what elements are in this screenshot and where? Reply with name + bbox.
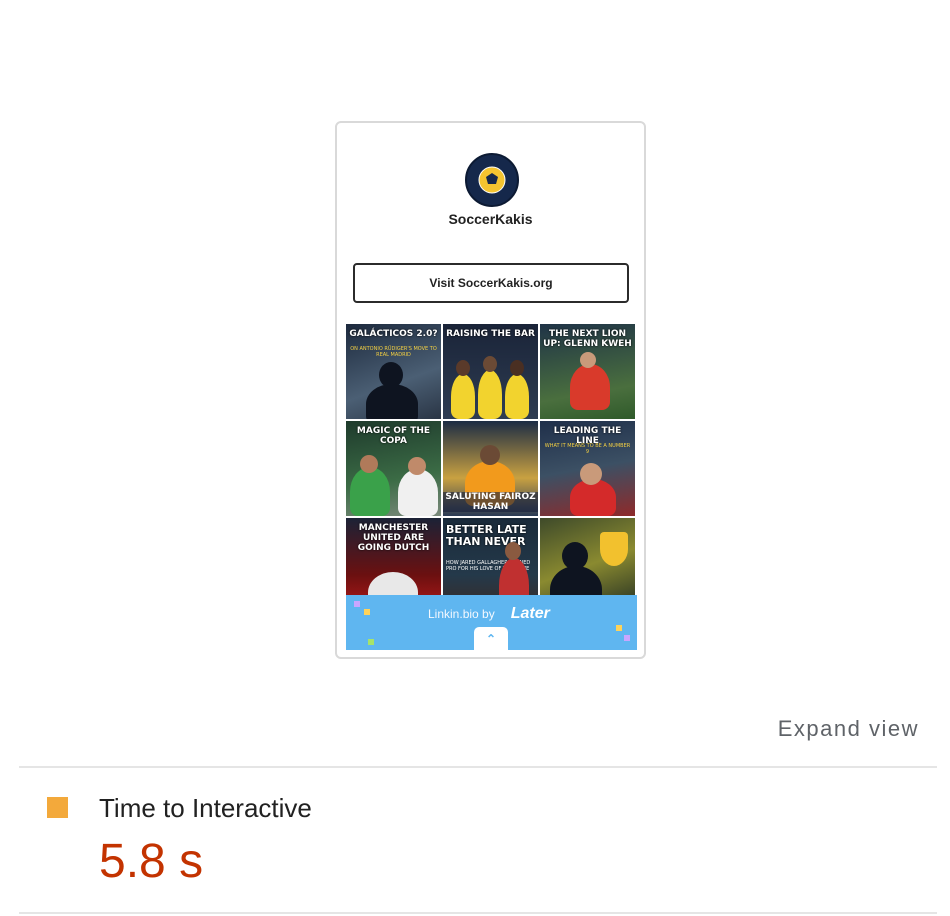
double-chevron-up-icon: ⌃ <box>485 632 497 646</box>
post-tile[interactable]: RAISING THE BAR <box>443 324 538 419</box>
divider <box>19 766 937 768</box>
metric-status-square <box>47 797 68 818</box>
mobile-page-preview: SoccerKakis Visit SoccerKakis.org GALÁCT… <box>335 121 646 659</box>
metric-value: 5.8 s <box>99 835 204 888</box>
post-tile[interactable]: GALÁCTICOS 2.0? ON ANTONIO RÜDIGER'S MOV… <box>346 324 441 419</box>
soccer-ball-icon <box>478 166 506 194</box>
later-logo: Later <box>510 605 550 622</box>
post-subtitle: ON ANTONIO RÜDIGER'S MOVE TO REAL MADRID <box>350 346 437 358</box>
post-title: THE NEXT LION UP: GLENN KWEH <box>543 329 632 349</box>
expand-view-link[interactable]: Expand view <box>778 716 919 742</box>
post-title: BETTER LATE THAN NEVER <box>446 523 527 549</box>
linkin-bio-label: Linkin.bio by <box>428 607 495 621</box>
soccerkakis-logo <box>465 153 519 207</box>
post-footer: SALUTING FAIROZ HASAN <box>443 492 538 512</box>
post-title: GALÁCTICOS 2.0? <box>349 329 438 339</box>
visit-website-button[interactable]: Visit SoccerKakis.org <box>353 263 629 303</box>
post-tile[interactable]: LEADING THE LINE WHAT IT MEANS TO BE A N… <box>540 421 635 516</box>
post-title: RAISING THE BAR <box>446 329 535 339</box>
post-title: MANCHESTER UNITED ARE GOING DUTCH <box>357 523 430 553</box>
post-tile[interactable]: THE NEXT LION UP: GLENN KWEH <box>540 324 635 419</box>
metric-label: Time to Interactive <box>99 793 312 823</box>
divider <box>19 912 937 914</box>
post-subtitle: WHAT IT MEANS TO BE A NUMBER 9 <box>544 443 631 455</box>
post-title: MAGIC OF THE COPA <box>356 426 431 446</box>
lighthouse-screenshot-panel: SoccerKakis Visit SoccerKakis.org GALÁCT… <box>0 0 950 916</box>
scroll-to-top-button[interactable]: ⌃ <box>474 627 508 651</box>
linkin-bio-credit[interactable]: Linkin.bio by Later <box>428 605 550 623</box>
profile-name: SoccerKakis <box>448 211 533 227</box>
post-tile[interactable]: MAGIC OF THE COPA <box>346 421 441 516</box>
linkin-bio-banner: Linkin.bio by Later ⌃ <box>346 595 637 651</box>
post-tile[interactable]: SALUTING FAIROZ HASAN <box>443 421 538 516</box>
